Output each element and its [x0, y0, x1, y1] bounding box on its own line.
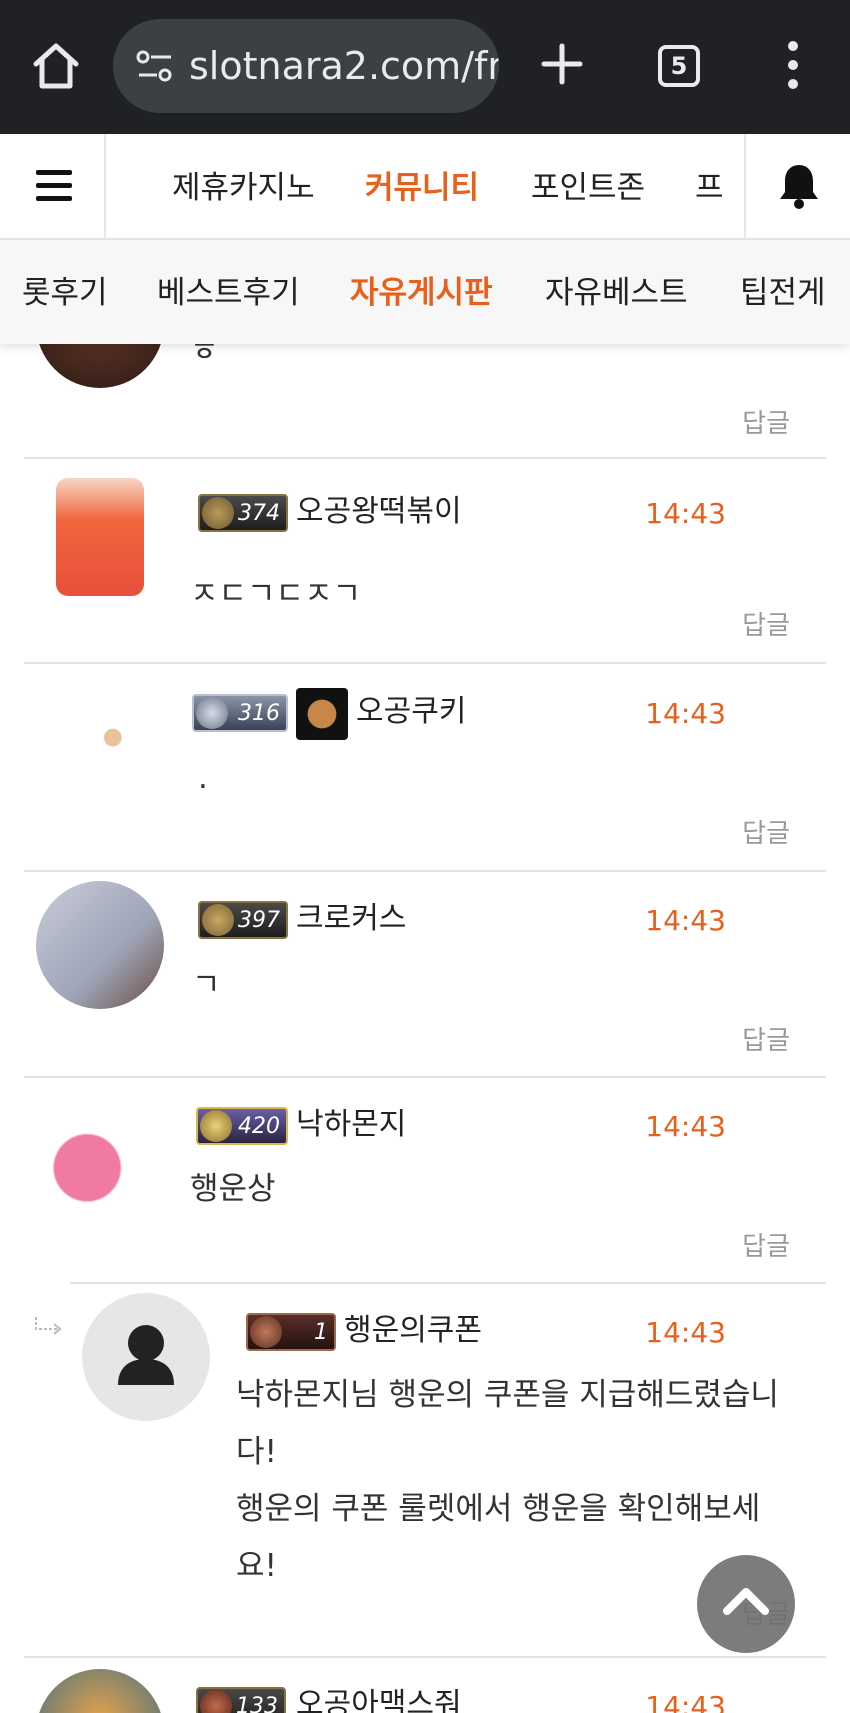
comment-time: 14:43 — [645, 697, 726, 730]
comment-meta: 316 오공쿠키 — [192, 688, 652, 740]
url-text[interactable]: slotnara2.com/fr — [189, 41, 499, 91]
nickname[interactable]: 오공쿠키 — [356, 690, 466, 734]
reply-button[interactable]: 답글 — [742, 816, 790, 852]
avatar[interactable] — [36, 1669, 164, 1713]
comment-text: ㄱ — [192, 967, 221, 1003]
new-tab-icon[interactable] — [540, 42, 584, 86]
level-badge: 397 — [198, 901, 288, 939]
divider — [70, 1282, 826, 1284]
comment-time: 14:43 — [645, 904, 726, 937]
divider — [24, 1076, 826, 1078]
address-bar[interactable]: slotnara2.com/fr — [113, 19, 499, 113]
medal-icon — [250, 1316, 282, 1348]
divider — [24, 457, 826, 459]
reply-arrow-icon — [35, 1317, 62, 1335]
level-badge: 374 — [198, 494, 288, 532]
site-info-icon[interactable] — [135, 49, 175, 83]
level-badge: 1 — [246, 1313, 336, 1351]
comment-list: ㅎ 답글 374 오공왕떡볶이 14:43 ㅈㄷㄱㄷㅈㄱ 답글 316 오공쿠키 — [0, 300, 850, 1713]
default-avatar-icon[interactable] — [82, 1293, 210, 1421]
browser-toolbar: slotnara2.com/fr 5 — [0, 0, 850, 134]
divider — [24, 662, 826, 664]
level-badge: 133 — [196, 1687, 286, 1713]
more-menu-icon[interactable] — [782, 40, 804, 90]
reply-button[interactable]: 답글 — [742, 608, 790, 644]
hamburger-menu-icon[interactable] — [0, 134, 106, 238]
home-icon[interactable] — [28, 38, 84, 94]
cookie-icon — [296, 688, 348, 740]
nickname[interactable]: 오공아맥스줘 — [296, 1683, 462, 1713]
comment-meta: 374 오공왕떡볶이 — [198, 488, 658, 540]
board-subnav: 롯후기 베스트후기 자유게시판 자유베스트 팁전게 — [0, 240, 850, 344]
comment-meta: 420 낙하몬지 — [196, 1101, 656, 1153]
comment-time: 14:43 — [645, 1110, 726, 1143]
comment-time: 14:43 — [645, 497, 726, 530]
subnav-item-free-board[interactable]: 자유게시판 — [350, 273, 493, 313]
comment-meta: 133 오공아맥스줘 — [196, 1681, 656, 1713]
medal-icon — [200, 1110, 232, 1142]
medal-icon — [200, 1690, 232, 1713]
nickname[interactable]: 크로커스 — [296, 897, 406, 941]
comment-text: 행운상 — [190, 1171, 276, 1207]
nav-item-point-zone[interactable]: 포인트존 — [531, 168, 645, 208]
nav-item-partner-casino[interactable]: 제휴카지노 — [172, 168, 315, 208]
comment-meta: 397 크로커스 — [198, 895, 658, 947]
avatar[interactable] — [36, 680, 164, 808]
reply-button[interactable]: 답글 — [742, 406, 790, 442]
subnav-item-best-review[interactable]: 베스트후기 — [157, 273, 300, 313]
notification-bell-icon[interactable] — [744, 134, 850, 238]
subnav-item-slot-review[interactable]: 롯후기 — [22, 273, 108, 313]
medal-icon — [202, 904, 234, 936]
comment-meta: 1 행운의쿠폰 — [246, 1307, 666, 1359]
medal-icon — [196, 697, 228, 729]
reply-button[interactable]: 답글 — [742, 1023, 790, 1059]
tab-switcher-icon[interactable]: 5 — [658, 45, 700, 87]
reply-button[interactable]: 답글 — [742, 1229, 790, 1265]
avatar[interactable] — [56, 478, 144, 596]
subnav-item-free-best[interactable]: 자유베스트 — [545, 273, 688, 313]
scroll-to-top-button[interactable] — [697, 1555, 795, 1653]
divider — [24, 1656, 826, 1658]
avatar[interactable] — [36, 881, 164, 1009]
comment-time: 14:43 — [645, 1690, 726, 1713]
subnav-item-tip-board[interactable]: 팁전게 — [740, 273, 826, 313]
nav-item-community[interactable]: 커뮤니티 — [365, 168, 479, 208]
nickname[interactable]: 낙하몬지 — [296, 1103, 406, 1147]
comment-text: ㅈㄷㄱㄷㅈㄱ — [190, 576, 362, 602]
nickname[interactable]: 오공왕떡볶이 — [296, 490, 462, 534]
level-badge: 316 — [192, 694, 288, 732]
medal-icon — [202, 497, 234, 529]
chevron-up-icon — [723, 1588, 769, 1615]
comment-text: . — [198, 760, 208, 796]
level-badge: 420 — [196, 1107, 288, 1145]
comment-time: 14:43 — [645, 1316, 726, 1349]
site-nav: 제휴카지노 커뮤니티 포인트존 프 — [0, 134, 850, 240]
nav-item-more[interactable]: 프 — [695, 168, 724, 208]
avatar[interactable] — [36, 1091, 164, 1219]
divider — [24, 870, 826, 872]
nickname[interactable]: 행운의쿠폰 — [344, 1309, 482, 1353]
